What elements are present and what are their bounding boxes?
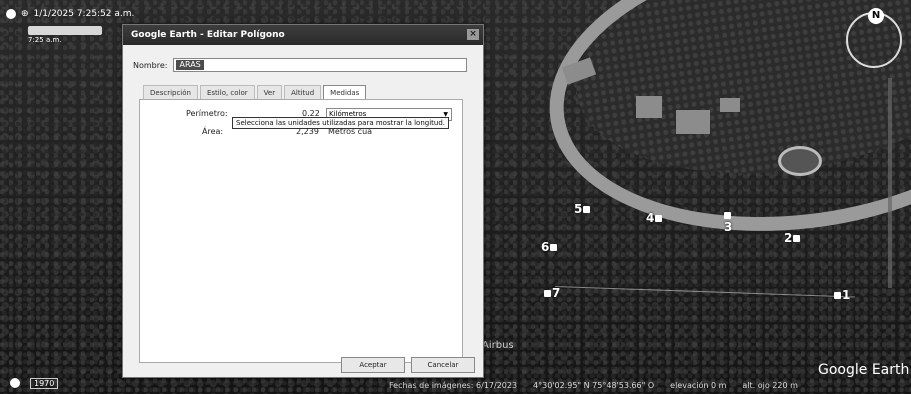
edit-polygon-dialog: Google Earth - Editar Polígono × Nombre:… <box>122 24 484 378</box>
area-label: Área: <box>202 127 224 136</box>
north-indicator[interactable]: N <box>868 8 884 24</box>
polygon-path <box>554 286 855 298</box>
tab-medidas[interactable]: Medidas <box>323 85 367 100</box>
pin-icon <box>583 205 591 213</box>
elevation: elevación 0 m <box>670 381 727 390</box>
tab-descripcion[interactable]: Descripción <box>143 85 198 100</box>
pin-icon <box>793 234 801 242</box>
placemark-2[interactable]: 2 <box>784 231 801 245</box>
building-roof <box>636 96 662 118</box>
placemark-4[interactable]: 4 <box>646 211 663 225</box>
placemark-1[interactable]: 1 <box>834 288 850 302</box>
imagery-date: Fechas de imágenes: 6/17/2023 <box>389 381 518 390</box>
timeline-slider[interactable] <box>28 26 102 35</box>
google-earth-logo: Google Earth <box>818 362 910 378</box>
pin-icon <box>544 289 551 297</box>
top-toolbar: ⊕ 1/1/2025 7:25:52 a.m. <box>0 6 134 22</box>
pin-number: 3 <box>724 220 733 234</box>
placemark-3[interactable]: 3 <box>724 212 732 234</box>
dialog-titlebar[interactable]: Google Earth - Editar Polígono × <box>123 25 483 45</box>
cancel-button[interactable]: Cancelar <box>411 357 475 373</box>
year-start[interactable]: 1970 <box>30 378 59 389</box>
building-roof <box>676 110 710 134</box>
units-tooltip: Selecciona las unidades utilizadas para … <box>232 117 449 129</box>
tab-bar: Descripción Estilo, color Ver Altitud Me… <box>143 85 368 100</box>
pin-number: 2 <box>784 231 793 245</box>
pin-number: 1 <box>842 288 851 302</box>
placemark-6[interactable]: 6 <box>541 240 558 254</box>
accept-button[interactable]: Aceptar <box>341 357 405 373</box>
tab-ver[interactable]: Ver <box>256 85 283 100</box>
measures-panel: Perímetro: 0.22 Kilómetros ▼ Área: 2,239… <box>139 99 463 363</box>
clock-icon[interactable] <box>10 378 20 388</box>
pin-number: 6 <box>541 240 550 254</box>
date-time: 1/1/2025 7:25:52 a.m. <box>33 9 135 19</box>
helipad <box>778 146 822 176</box>
zoom-slider[interactable] <box>888 78 892 288</box>
zoom-icon[interactable]: ⊕ <box>21 9 29 19</box>
placemark-5[interactable]: 5 <box>574 202 591 216</box>
name-value: ARAS <box>176 60 204 70</box>
name-label: Nombre: <box>133 60 168 70</box>
pin-number: 4 <box>646 211 655 225</box>
timeline-time: 7:25 a.m. <box>28 36 62 44</box>
tab-altitud[interactable]: Altitud <box>284 85 322 100</box>
pin-icon <box>655 214 663 222</box>
dialog-title: Google Earth - Editar Polígono <box>131 30 285 40</box>
history-clock-icon[interactable] <box>6 9 16 19</box>
close-icon[interactable]: × <box>467 29 479 40</box>
coordinates: 4°30'02.95" N 75°48'53.66" O <box>533 381 655 390</box>
status-bar: Fechas de imágenes: 6/17/2023 4°30'02.95… <box>389 381 798 390</box>
perimeter-label: Perímetro: <box>186 109 228 118</box>
pin-icon <box>724 212 731 219</box>
tab-estilo-color[interactable]: Estilo, color <box>199 85 255 100</box>
placemark-7[interactable]: 7 <box>544 286 560 300</box>
eye-altitude: alt. ojo 220 m <box>742 381 798 390</box>
pin-icon <box>550 243 558 251</box>
pin-icon <box>834 291 841 299</box>
imagery-credit: Airbus <box>482 340 514 351</box>
building-roof <box>720 98 740 112</box>
name-row: Nombre: ARAS <box>133 58 468 72</box>
pin-number: 7 <box>552 286 561 300</box>
name-input[interactable]: ARAS <box>173 58 468 72</box>
pin-number: 5 <box>574 202 583 216</box>
